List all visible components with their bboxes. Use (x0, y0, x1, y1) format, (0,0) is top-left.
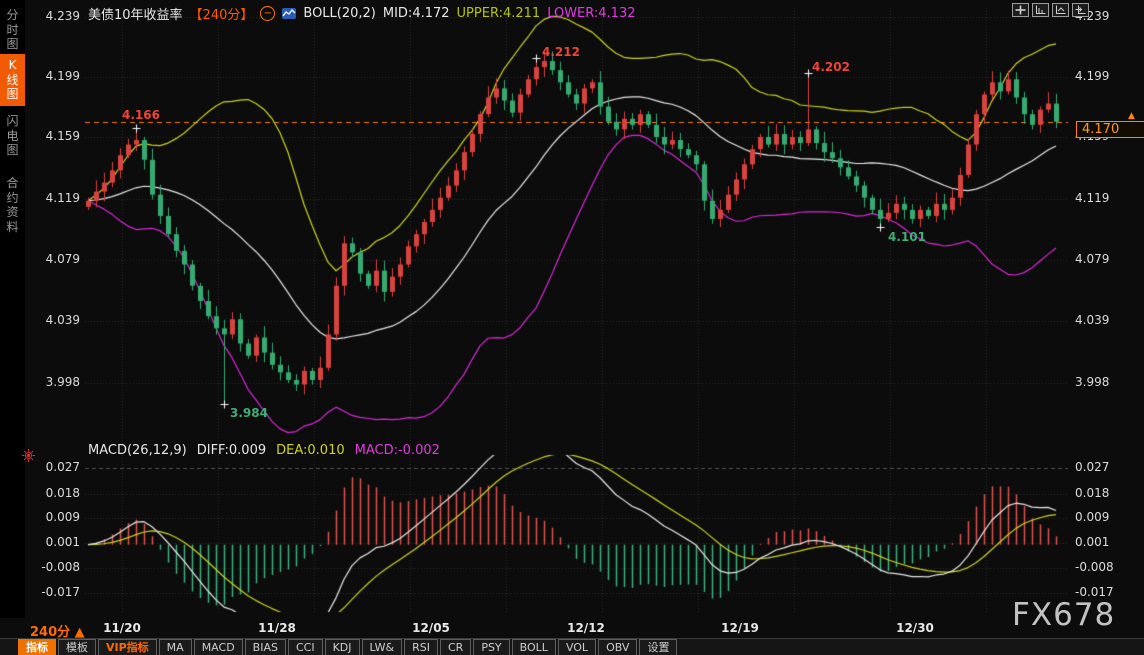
collapse-indicator-icon[interactable]: − (260, 6, 275, 21)
macd-tick-left-2: 0.009 (28, 510, 80, 524)
pane-expand-icon[interactable] (1072, 3, 1089, 17)
toolbar-btn-CCI[interactable]: CCI (288, 639, 323, 655)
boll-indicator-label: BOLL(20,2) (303, 6, 376, 21)
toolbar-btn-RSI[interactable]: RSI (404, 639, 438, 655)
crosshair-move-icon[interactable] (1012, 3, 1029, 17)
date-label-4: 12/19 (718, 621, 762, 635)
indicator-alert-icon[interactable] (22, 447, 35, 466)
price-tick-left-4: 4.079 (28, 252, 80, 266)
macd-tick-right-2: 0.009 (1075, 510, 1135, 524)
chart-canvas[interactable] (0, 0, 1144, 655)
macd-tick-left-5: -0.017 (28, 585, 80, 599)
price-tick-right-5: 4.039 (1075, 313, 1135, 327)
macd-tick-left-1: 0.018 (28, 486, 80, 500)
macd-header: MACD(26,12,9) DIFF:0.009 DEA:0.010 MACD:… (88, 443, 440, 458)
instrument-title: 美债10年收益率 (88, 4, 183, 23)
toolbar-btn-PSY[interactable]: PSY (473, 639, 509, 655)
boll-mid-value: MID:4.172 (383, 6, 450, 21)
sidebar: 分时图K线图闪电图合约资料 (0, 0, 25, 618)
price-tick-left-0: 4.239 (28, 9, 80, 23)
price-tick-right-4: 4.079 (1075, 252, 1135, 266)
toolbar-btn-CR[interactable]: CR (440, 639, 471, 655)
boll-upper-value: UPPER:4.211 (457, 6, 541, 21)
toolbar-btn-MA[interactable]: MA (159, 639, 192, 655)
indicator-chart-icon (282, 8, 296, 19)
chart-header: 美债10年收益率 【240分】 − BOLL(20,2) MID:4.172 U… (88, 4, 636, 23)
sidebar-item-0[interactable]: 分时图 (0, 6, 25, 54)
macd-tick-right-0: 0.027 (1075, 460, 1135, 474)
period-badge: 【240分】 (190, 4, 254, 23)
price-tick-left-2: 4.159 (28, 129, 80, 143)
macd-dea-value: DEA:0.010 (276, 443, 345, 458)
toolbar-btn-BOLL[interactable]: BOLL (512, 639, 556, 655)
date-label-0: 11/20 (100, 621, 144, 635)
price-annotation-3984: 3.984 (230, 406, 268, 420)
macd-tick-right-4: -0.008 (1075, 560, 1135, 574)
sidebar-item-2[interactable]: 闪电图 (0, 112, 25, 160)
toolbar-btn-设置[interactable]: 设置 (639, 639, 677, 655)
boll-lower-value: LOWER:4.132 (547, 6, 635, 21)
macd-indicator-label: MACD(26,12,9) (88, 443, 187, 458)
toolbar-btn-LW&[interactable]: LW& (362, 639, 403, 655)
date-label-1: 11/28 (255, 621, 299, 635)
toolbar-btn-OBV[interactable]: OBV (598, 639, 637, 655)
date-label-3: 12/12 (564, 621, 608, 635)
toolbar-btn-KDJ[interactable]: KDJ (325, 639, 360, 655)
macd-diff-value: DIFF:0.009 (197, 443, 266, 458)
indicator-toolbar: 指标模板VIP指标MAMACDBIASCCIKDJLW&RSICRPSYBOLL… (0, 638, 1144, 655)
price-tick-right-6: 3.998 (1075, 375, 1135, 389)
toolbar-btn-VIP指标[interactable]: VIP指标 (98, 639, 157, 655)
price-tick-left-3: 4.119 (28, 191, 80, 205)
macd-tick-right-3: 0.001 (1075, 535, 1135, 549)
price-pin-icon: ▲ (1128, 111, 1135, 121)
date-label-2: 12/05 (409, 621, 453, 635)
trading-app-window: 分时图K线图闪电图合约资料 美债10年收益率 【240分】 − BOLL(20,… (0, 0, 1144, 655)
macd-tick-right-1: 0.018 (1075, 486, 1135, 500)
axis-pan-icon[interactable] (1052, 3, 1069, 17)
toolbar-btn-BIAS[interactable]: BIAS (245, 639, 286, 655)
macd-tick-left-3: 0.001 (28, 535, 80, 549)
toolbar-btn-模板[interactable]: 模板 (58, 639, 96, 655)
macd-tick-left-4: -0.008 (28, 560, 80, 574)
sidebar-item-3[interactable]: 合约资料 (0, 174, 25, 236)
price-annotation-4212: 4.212 (542, 45, 580, 59)
toolbar-btn-VOL[interactable]: VOL (558, 639, 596, 655)
macd-tick-left-0: 0.027 (28, 460, 80, 474)
axis-scale-icon[interactable] (1032, 3, 1049, 17)
price-tick-right-1: 4.199 (1075, 69, 1135, 83)
price-tick-left-6: 3.998 (28, 375, 80, 389)
sidebar-item-1[interactable]: K线图 (0, 54, 25, 106)
price-annotation-4166: 4.166 (122, 108, 160, 122)
time-axis: 240分 ▲ 11/2011/2812/0512/1212/1912/30 (0, 618, 1144, 638)
date-label-5: 12/30 (893, 621, 937, 635)
chart-tools (1012, 3, 1089, 17)
price-tick-left-5: 4.039 (28, 313, 80, 327)
price-tick-right-3: 4.119 (1075, 191, 1135, 205)
price-tick-left-1: 4.199 (28, 69, 80, 83)
current-price-box: 4.170 (1076, 121, 1144, 138)
macd-hist-value: MACD:-0.002 (355, 443, 440, 458)
price-annotation-4202: 4.202 (812, 60, 850, 74)
price-annotation-4101: 4.101 (888, 230, 926, 244)
toolbar-btn-MACD[interactable]: MACD (194, 639, 243, 655)
toolbar-btn-指标[interactable]: 指标 (18, 639, 56, 655)
